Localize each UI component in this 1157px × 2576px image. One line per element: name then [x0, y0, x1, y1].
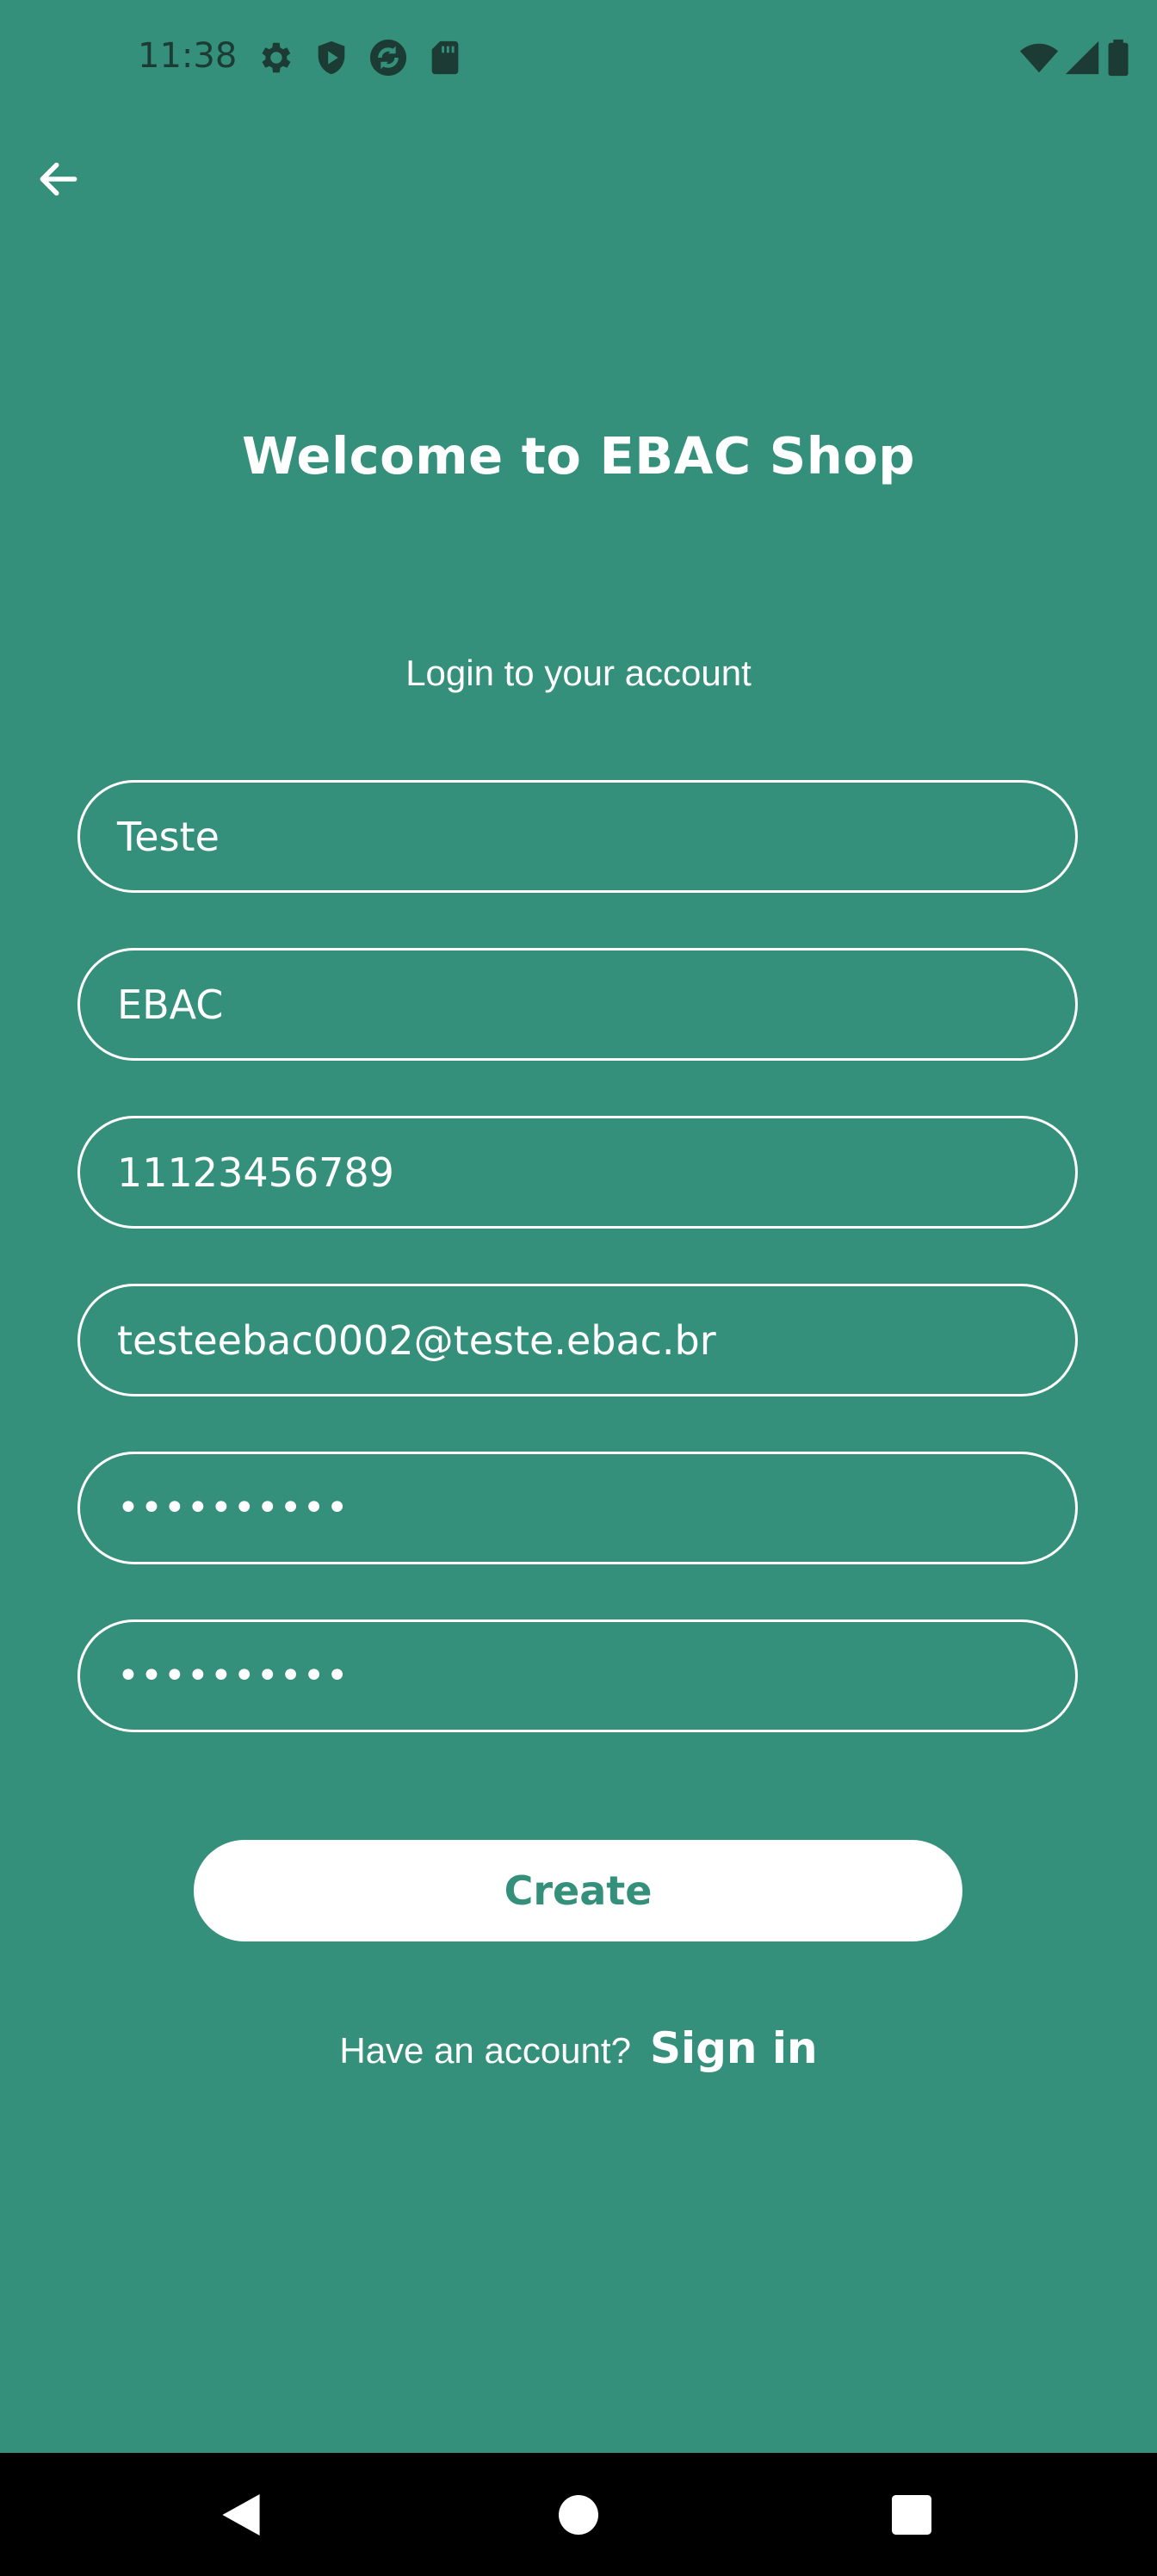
back-triangle-icon — [222, 2494, 260, 2536]
first-name-value: Teste — [117, 813, 220, 860]
sd-card-icon — [425, 38, 465, 77]
confirm-password-field[interactable]: •••••••••• — [77, 1619, 1078, 1732]
signin-link[interactable]: Sign in — [650, 2023, 818, 2073]
create-button-label: Create — [504, 1867, 653, 1914]
recents-square-icon — [892, 2495, 931, 2535]
last-name-field[interactable]: EBAC — [77, 948, 1078, 1061]
page-title: Welcome to EBAC Shop — [241, 426, 916, 486]
create-button[interactable]: Create — [194, 1840, 962, 1941]
arrow-left-icon — [40, 162, 77, 196]
page-subtitle: Login to your account — [405, 653, 752, 693]
back-button[interactable] — [26, 146, 91, 212]
sync-icon — [368, 38, 408, 77]
battery-icon — [1105, 38, 1131, 77]
confirm-password-value: •••••••••• — [117, 1654, 350, 1698]
navigation-bar — [0, 2453, 1157, 2576]
nav-recents-button[interactable] — [881, 2484, 943, 2546]
last-name-value: EBAC — [117, 981, 224, 1028]
signin-prompt: Have an account? — [339, 2030, 631, 2071]
phone-value: 11123456789 — [117, 1149, 394, 1196]
email-field[interactable]: testeebac0002@teste.ebac.br — [77, 1284, 1078, 1396]
signal-icon — [1062, 38, 1102, 77]
nav-back-button[interactable] — [210, 2484, 272, 2546]
password-field[interactable]: •••••••••• — [77, 1452, 1078, 1564]
home-circle-icon — [559, 2495, 598, 2535]
status-time: 11:38 — [138, 36, 238, 76]
settings-icon — [255, 38, 294, 77]
status-bar: 11:38 — [0, 0, 1157, 112]
wifi-icon — [1019, 38, 1059, 77]
nav-home-button[interactable] — [548, 2484, 609, 2546]
shield-icon — [312, 38, 351, 77]
phone-field[interactable]: 11123456789 — [77, 1116, 1078, 1229]
signin-row: Have an account? Sign in — [0, 2023, 1157, 2073]
password-value: •••••••••• — [117, 1486, 350, 1530]
email-value: testeebac0002@teste.ebac.br — [117, 1316, 716, 1364]
first-name-field[interactable]: Teste — [77, 780, 1078, 893]
